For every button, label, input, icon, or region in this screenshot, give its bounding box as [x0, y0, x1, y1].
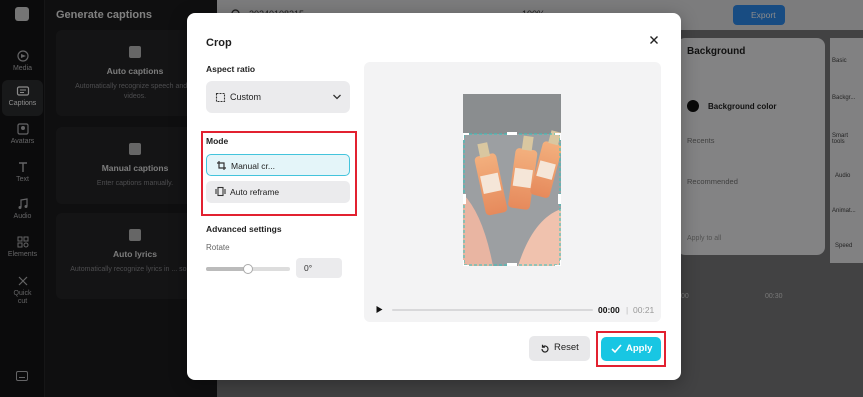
play-icon[interactable] [375, 305, 384, 314]
apply-label: Apply [626, 343, 653, 354]
check-icon [611, 344, 622, 354]
advanced-settings-label: Advanced settings [206, 224, 282, 234]
total-time: 00:21 [633, 305, 655, 315]
time-separator: | [626, 305, 629, 315]
dialog-title: Crop [206, 37, 232, 49]
apply-button[interactable]: Apply [601, 337, 661, 361]
reset-button[interactable]: Reset [529, 336, 590, 361]
aspect-ratio-value: Custom [230, 92, 262, 102]
aspect-ratio-icon [215, 92, 226, 103]
mode-auto-label: Auto reframe [230, 187, 280, 197]
crop-icon [217, 161, 226, 170]
reset-icon [541, 344, 549, 353]
video-preview[interactable] [463, 94, 561, 266]
crop-dialog: Crop Aspect ratio Custom Mode Manual cr.… [187, 13, 681, 380]
rotate-slider-fill [206, 267, 248, 271]
mode-auto-reframe-button[interactable]: Auto reframe [206, 181, 350, 203]
rotate-slider-knob[interactable] [243, 264, 253, 274]
aspect-ratio-label: Aspect ratio [206, 64, 256, 74]
mode-manual-label: Manual cr... [231, 161, 275, 171]
chevron-down-icon [333, 94, 341, 100]
current-time: 00:00 [598, 305, 620, 315]
rotate-slider[interactable] [206, 264, 290, 274]
mode-label: Mode [206, 136, 229, 146]
rotate-label: Rotate [206, 243, 230, 252]
reset-label: Reset [554, 342, 579, 353]
reframe-icon [215, 186, 226, 197]
rotate-value-input[interactable]: 0° [296, 258, 342, 278]
playback-progress-bar[interactable] [392, 309, 593, 311]
close-icon[interactable] [647, 33, 661, 47]
crop-preview: 00:00 | 00:21 [364, 62, 661, 322]
mode-manual-crop-button[interactable]: Manual cr... [206, 154, 350, 176]
aspect-ratio-select[interactable]: Custom [206, 81, 350, 113]
